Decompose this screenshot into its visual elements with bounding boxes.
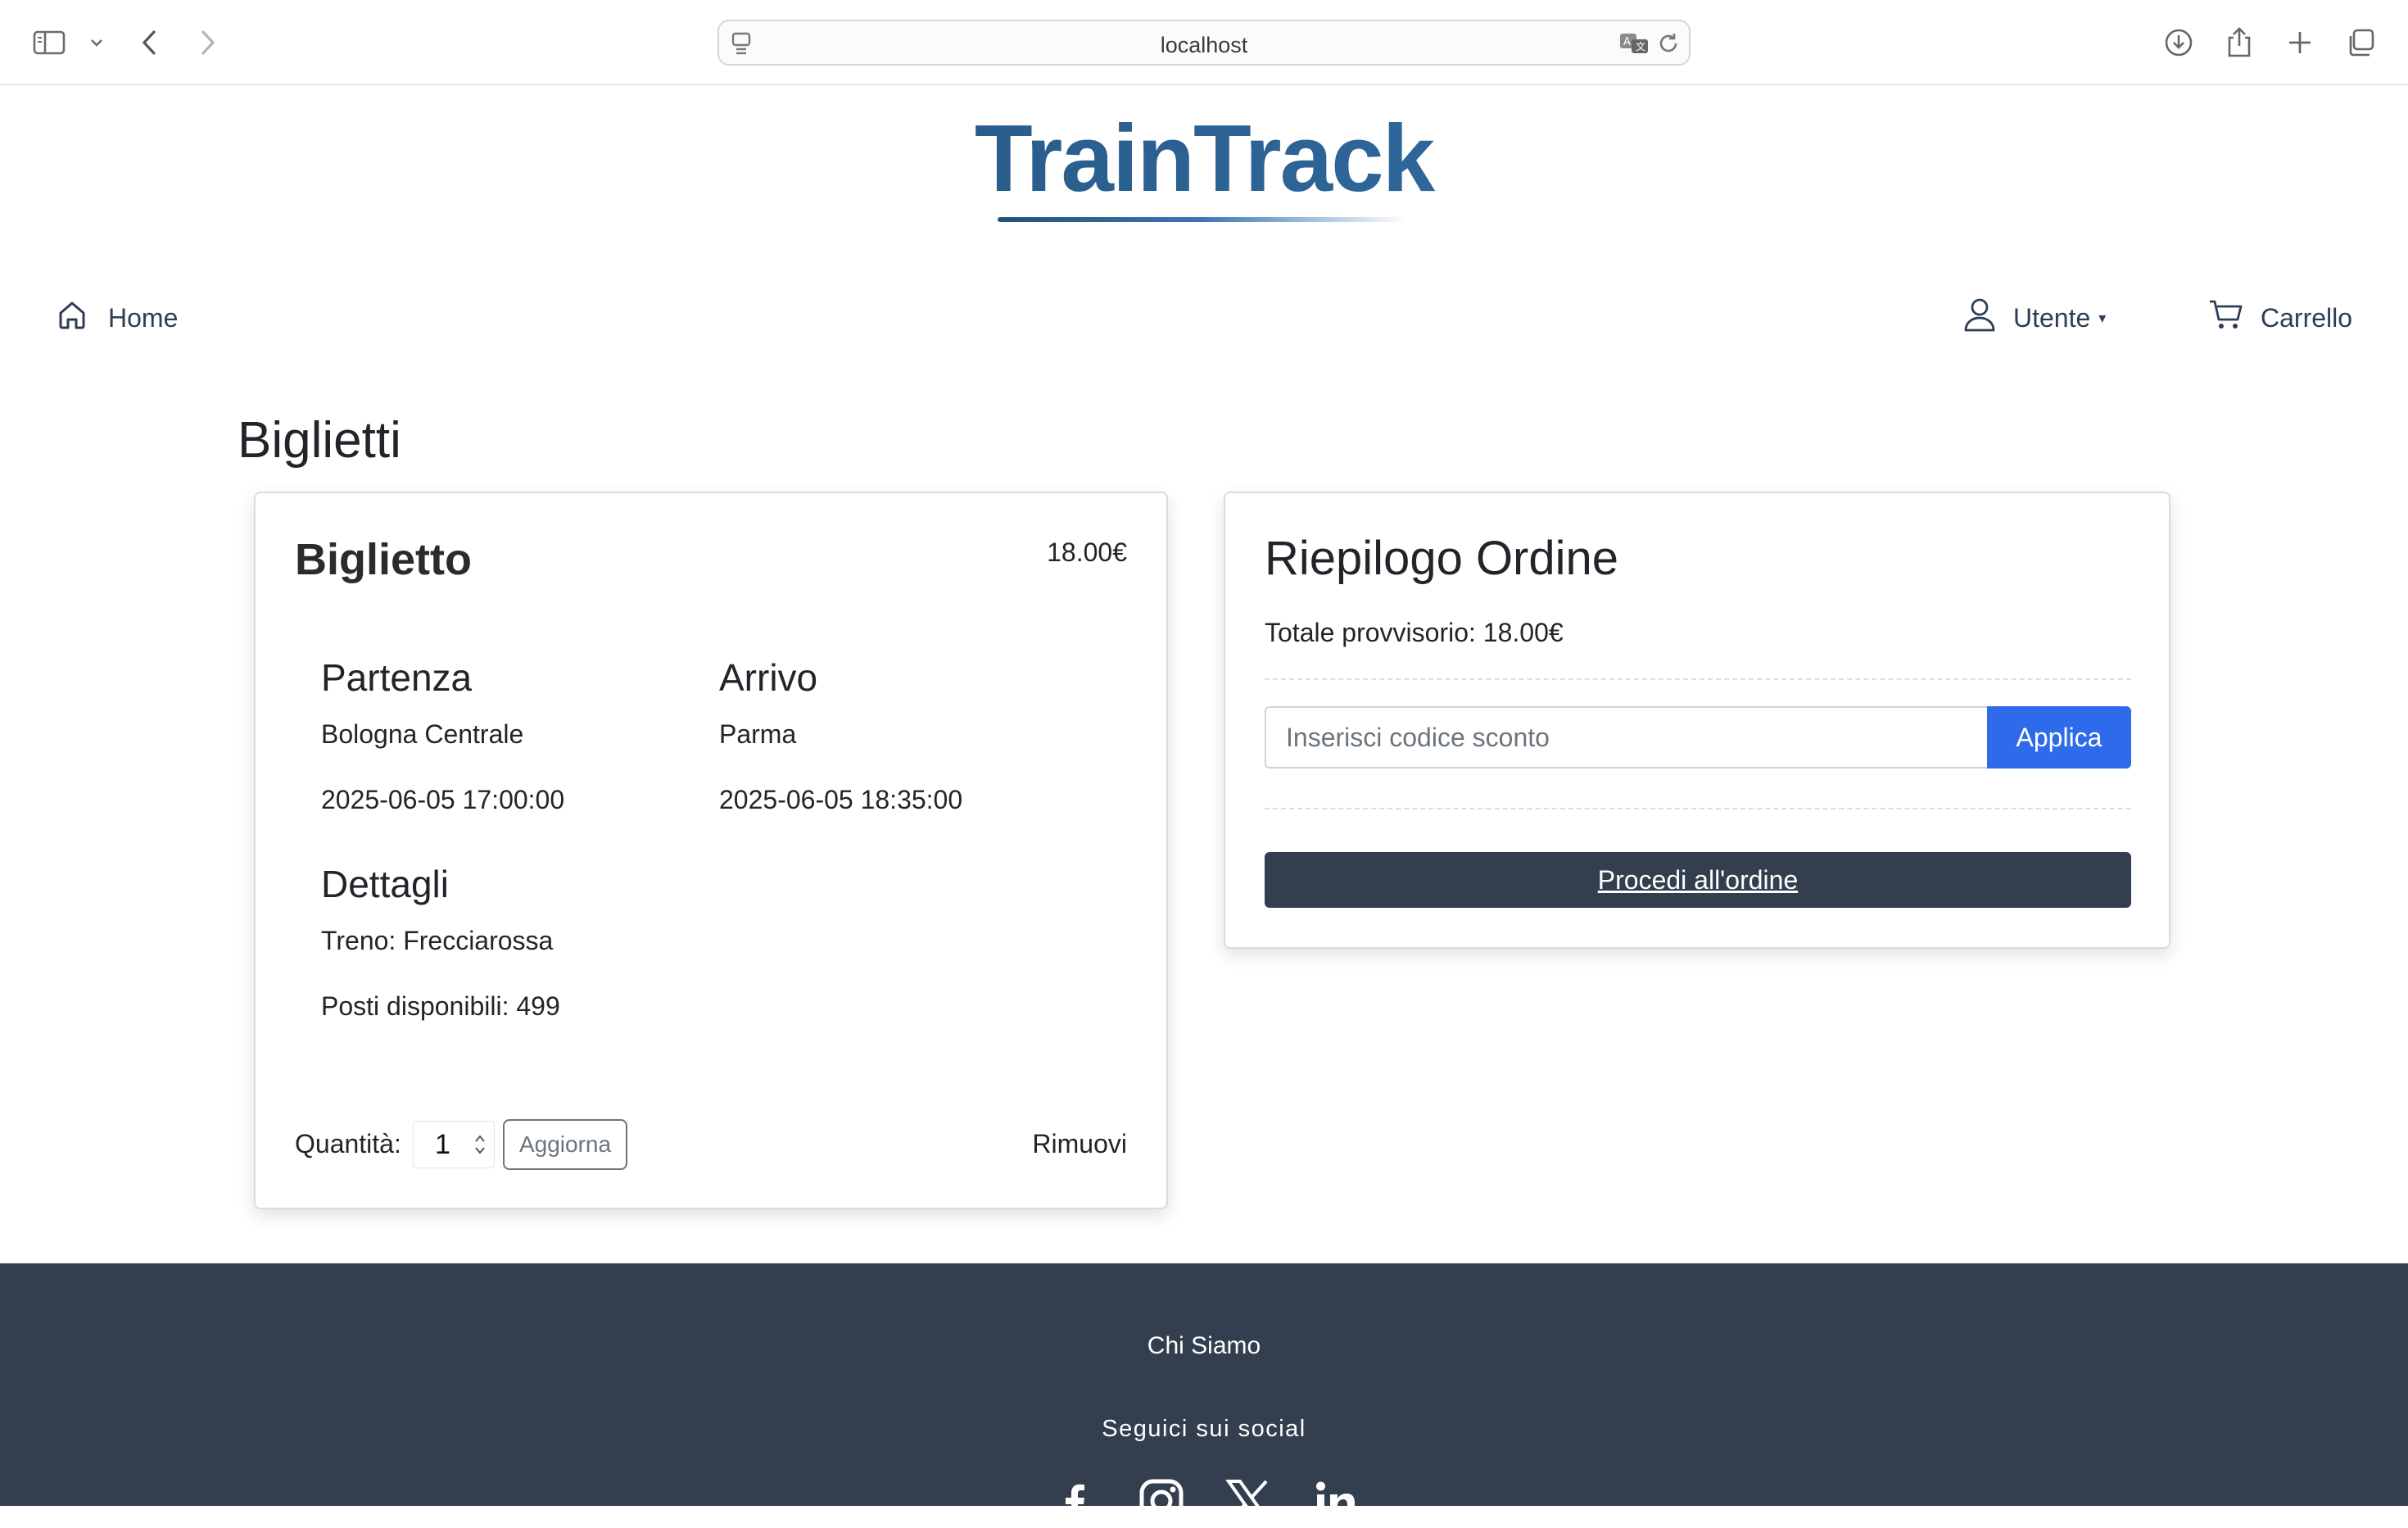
- remove-button[interactable]: Rimuovi: [1032, 1129, 1127, 1159]
- ticket-card: Biglietto 18.00€ Partenza Bologna Centra…: [254, 492, 1168, 1209]
- about-link[interactable]: Chi Siamo: [0, 1332, 2408, 1360]
- update-quantity-button[interactable]: Aggiorna: [503, 1119, 627, 1170]
- cart-icon: [2208, 298, 2244, 338]
- back-icon[interactable]: [131, 25, 167, 61]
- nav-cart-label: Carrello: [2261, 302, 2353, 333]
- quantity-value: 1: [435, 1128, 450, 1160]
- tab-overview-icon[interactable]: [2342, 25, 2379, 61]
- svg-text:文: 文: [1636, 40, 1645, 52]
- divider: [1265, 808, 2131, 809]
- user-icon: [1962, 297, 1997, 339]
- quantity-label: Quantità:: [295, 1129, 401, 1158]
- apply-discount-button[interactable]: Applica: [1987, 706, 2131, 769]
- translate-icon[interactable]: A文: [1618, 31, 1651, 56]
- nav-cart[interactable]: Carrello: [2208, 297, 2352, 339]
- checkout-button[interactable]: Procedi all'ordine: [1265, 852, 2131, 908]
- caret-down-icon: ▾: [2098, 309, 2107, 326]
- quantity-stepper[interactable]: 1: [413, 1121, 495, 1168]
- arrival-time: 2025-06-05 18:35:00: [719, 785, 963, 814]
- new-tab-icon[interactable]: [2282, 25, 2318, 61]
- nav-user-dropdown[interactable]: Utente ▾: [1962, 297, 2106, 339]
- nav-user-label: Utente: [2013, 302, 2091, 333]
- nav-home[interactable]: Home: [56, 297, 178, 339]
- nav-home-label: Home: [108, 302, 179, 333]
- linkedin-icon[interactable]: [1312, 1478, 1358, 1524]
- social-label: Seguici sui social: [1102, 1416, 1306, 1442]
- logo-underline: [998, 217, 1407, 222]
- x-icon[interactable]: [1225, 1478, 1271, 1524]
- arrival-station: Parma: [719, 719, 797, 749]
- sidebar-toggle-icon[interactable]: [31, 25, 67, 61]
- ticket-title: Biglietto: [295, 535, 472, 584]
- departure-station: Bologna Centrale: [321, 719, 524, 749]
- departure-heading: Partenza: [321, 656, 473, 699]
- ticket-price: 18.00€: [1047, 537, 1127, 567]
- url-text: localhost: [1160, 33, 1248, 57]
- download-icon[interactable]: [2161, 25, 2197, 61]
- footer: Chi Siamo Seguici sui social: [0, 1263, 2408, 1524]
- departure-time: 2025-06-05 17:00:00: [321, 785, 565, 814]
- stepper-arrows-icon[interactable]: [473, 1131, 487, 1165]
- forward-icon[interactable]: [190, 25, 226, 61]
- page-title: Biglietti: [238, 412, 401, 469]
- address-bar[interactable]: localhost A文: [717, 20, 1691, 66]
- chevron-down-icon[interactable]: [79, 25, 115, 61]
- discount-code-input[interactable]: Inserisci codice sconto: [1265, 706, 1989, 769]
- arrival-heading: Arrivo: [719, 656, 818, 699]
- browser-toolbar: localhost A文: [0, 0, 2408, 85]
- reload-icon[interactable]: [1656, 31, 1681, 56]
- instagram-icon[interactable]: [1138, 1478, 1184, 1524]
- summary-title: Riepilogo Ordine: [1265, 532, 1619, 585]
- home-icon: [56, 298, 88, 338]
- svg-text:A: A: [1623, 36, 1631, 48]
- order-summary-card: Riepilogo Ordine Totale provvisorio: 18.…: [1224, 492, 2170, 949]
- subtotal: Totale provvisorio: 18.00€: [1265, 618, 1564, 647]
- facebook-icon[interactable]: [1052, 1478, 1098, 1524]
- social-links: [1052, 1478, 1358, 1524]
- details-heading: Dettagli: [321, 863, 449, 905]
- divider: [1265, 678, 2131, 680]
- seats-available: Posti disponibili: 499: [321, 991, 560, 1021]
- train-name: Treno: Frecciarossa: [321, 926, 554, 955]
- share-icon[interactable]: [2221, 25, 2257, 61]
- site-logo[interactable]: TrainTrack: [0, 105, 2408, 211]
